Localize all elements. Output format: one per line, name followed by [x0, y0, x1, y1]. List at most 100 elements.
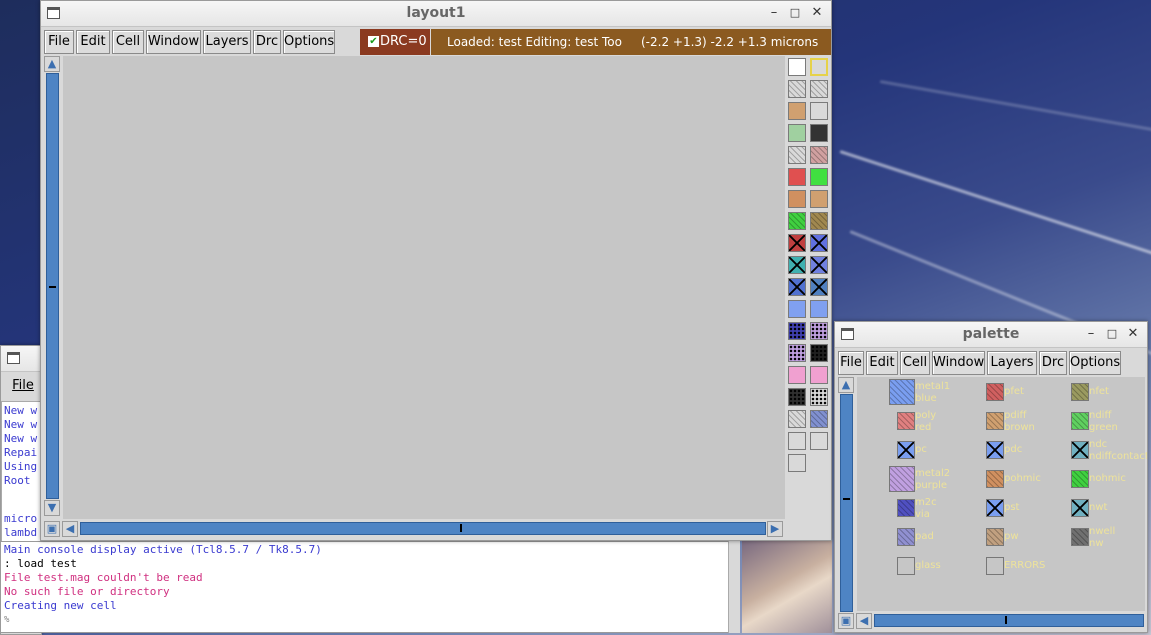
drc-indicator[interactable]: ✔ DRC=0 — [360, 29, 430, 55]
layer-button[interactable] — [810, 212, 828, 230]
palette-layer-swatch[interactable] — [1071, 412, 1089, 430]
layer-button[interactable] — [788, 256, 806, 274]
layer-button[interactable] — [810, 190, 828, 208]
palette-vscroll[interactable]: ▲ — [837, 377, 855, 617]
scroll-left-icon[interactable]: ◀ — [62, 521, 78, 537]
scroll-up-icon[interactable]: ▲ — [838, 377, 854, 393]
layer-button[interactable] — [788, 322, 806, 340]
layer-button[interactable] — [788, 212, 806, 230]
palette-layer-swatch[interactable] — [1071, 528, 1089, 546]
zoom-box-icon[interactable]: ▣ — [838, 613, 854, 629]
layout-hscroll[interactable]: ▣ ◀ ▶ — [43, 520, 787, 538]
layer-button[interactable] — [788, 124, 806, 142]
hscroll-track[interactable] — [874, 614, 1144, 627]
palette-layer-swatch[interactable] — [897, 441, 915, 459]
palette-layer-label: ndc ndiffcontact — [1089, 439, 1148, 462]
layout-menu-window[interactable]: Window — [146, 30, 201, 54]
palette-menu-options[interactable]: Options — [1069, 351, 1121, 375]
layer-button[interactable] — [788, 190, 806, 208]
vscroll-track[interactable] — [840, 394, 853, 612]
layout-vscroll[interactable]: ▲ ▼ — [43, 56, 61, 516]
console-file-menu[interactable]: File — [3, 374, 41, 398]
layer-button[interactable] — [810, 410, 828, 428]
zoom-box-icon[interactable]: ▣ — [44, 521, 60, 537]
palette-layer-swatch[interactable] — [1071, 499, 1089, 517]
layer-button[interactable] — [810, 256, 828, 274]
layer-button[interactable] — [788, 102, 806, 120]
palette-hscroll[interactable]: ▣ ◀ — [837, 612, 1147, 630]
layout-canvas[interactable] — [63, 56, 785, 519]
palette-menu-window[interactable]: Window — [932, 351, 985, 375]
layer-button[interactable] — [810, 168, 828, 186]
layer-button[interactable] — [810, 366, 828, 384]
maximize-icon[interactable]: □ — [1104, 326, 1120, 342]
layer-button[interactable] — [788, 344, 806, 362]
palette-layer-swatch[interactable] — [1071, 383, 1089, 401]
palette-layer-swatch[interactable] — [986, 383, 1004, 401]
layer-button[interactable] — [810, 388, 828, 406]
layer-button[interactable] — [788, 366, 806, 384]
palette-layer-swatch[interactable] — [897, 412, 915, 430]
layer-button[interactable] — [810, 146, 828, 164]
layer-button[interactable] — [810, 58, 828, 76]
console-line: : load test — [4, 557, 77, 570]
console-scrollbar[interactable] — [728, 541, 740, 633]
layout-menu-options[interactable]: Options — [283, 30, 335, 54]
layout-menu-drc[interactable]: Drc — [253, 30, 281, 54]
palette-layer-swatch[interactable] — [897, 528, 915, 546]
layer-button[interactable] — [810, 300, 828, 318]
layout-menu-layers[interactable]: Layers — [203, 30, 251, 54]
scroll-left-icon[interactable]: ◀ — [856, 613, 872, 629]
palette-layer-swatch[interactable] — [986, 528, 1004, 546]
close-icon[interactable]: ✕ — [809, 5, 825, 21]
layer-button[interactable] — [788, 234, 806, 252]
layer-button[interactable] — [788, 432, 806, 450]
scroll-down-icon[interactable]: ▼ — [44, 500, 60, 516]
layer-button[interactable] — [810, 234, 828, 252]
layer-button[interactable] — [810, 322, 828, 340]
layer-button[interactable] — [788, 300, 806, 318]
layer-button[interactable] — [810, 278, 828, 296]
palette-canvas[interactable]: metal1 blue pfet nfet poly red pdiff brown ndiff… — [857, 377, 1148, 611]
palette-menu-drc[interactable]: Drc — [1039, 351, 1067, 375]
layer-button[interactable] — [788, 278, 806, 296]
layer-button[interactable] — [810, 80, 828, 98]
layer-button[interactable] — [788, 146, 806, 164]
palette-menu-layers[interactable]: Layers — [987, 351, 1037, 375]
minimize-icon[interactable]: – — [766, 5, 782, 21]
palette-menu-edit[interactable]: Edit — [866, 351, 898, 375]
layer-button[interactable] — [810, 344, 828, 362]
palette-menu-file[interactable]: File — [838, 351, 864, 375]
layout-menu-file[interactable]: File — [44, 30, 74, 54]
layer-button[interactable] — [810, 124, 828, 142]
palette-layer-swatch[interactable] — [986, 557, 1004, 575]
layout-menu-cell[interactable]: Cell — [112, 30, 144, 54]
layer-button[interactable] — [788, 388, 806, 406]
palette-layer-swatch[interactable] — [986, 470, 1004, 488]
layer-button[interactable] — [788, 168, 806, 186]
layout-menu-edit[interactable]: Edit — [76, 30, 110, 54]
hscroll-track[interactable] — [80, 522, 766, 535]
palette-layer-swatch[interactable] — [889, 379, 915, 405]
palette-layer-swatch[interactable] — [897, 557, 915, 575]
palette-layer-swatch[interactable] — [986, 499, 1004, 517]
maximize-icon[interactable]: □ — [787, 5, 803, 21]
layer-button[interactable] — [788, 80, 806, 98]
palette-layer-swatch[interactable] — [889, 466, 915, 492]
layer-button[interactable] — [788, 454, 806, 472]
console-prompt[interactable]: % — [4, 613, 736, 627]
palette-layer-swatch[interactable] — [986, 412, 1004, 430]
layer-button[interactable] — [810, 432, 828, 450]
minimize-icon[interactable]: – — [1083, 326, 1099, 342]
palette-layer-swatch[interactable] — [986, 441, 1004, 459]
palette-layer-swatch[interactable] — [1071, 470, 1089, 488]
scroll-up-icon[interactable]: ▲ — [44, 56, 60, 72]
scroll-right-icon[interactable]: ▶ — [767, 521, 783, 537]
layer-button[interactable] — [788, 58, 806, 76]
palette-layer-swatch[interactable] — [897, 499, 915, 517]
close-icon[interactable]: ✕ — [1125, 326, 1141, 342]
layer-button[interactable] — [788, 410, 806, 428]
layer-button[interactable] — [810, 102, 828, 120]
palette-menu-cell[interactable]: Cell — [900, 351, 930, 375]
palette-layer-swatch[interactable] — [1071, 441, 1089, 459]
